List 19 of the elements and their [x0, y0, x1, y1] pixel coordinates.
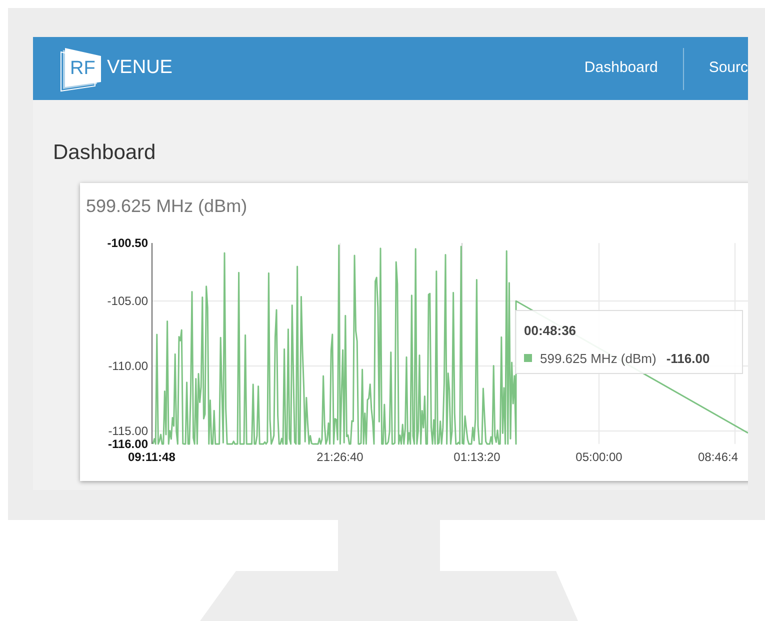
logo-text: VENUE — [107, 56, 172, 80]
page-title: Dashboard — [53, 140, 157, 166]
nav-link[interactable]: Dashboard — [584, 57, 658, 80]
tooltip-series: 599.625 MHz (dBm) — [540, 350, 656, 368]
tooltip-value: -116.00 — [666, 350, 710, 368]
x-axis-label: 08:46:4 — [698, 450, 738, 464]
tooltip-time: 00:48:36 — [524, 322, 578, 340]
chart-title: 599.625 MHz (dBm) — [86, 195, 248, 218]
y-axis-label: -116.00 — [108, 437, 148, 451]
logo-mark-text: RF — [70, 58, 96, 78]
nav-link[interactable]: Sourc — [708, 57, 748, 80]
y-axis-label: -110.00 — [108, 359, 148, 373]
x-axis-label: 05:00:00 — [576, 450, 622, 464]
x-axis-label: 21:26:40 — [316, 450, 364, 464]
y-axis-label: -115.00 — [108, 424, 148, 438]
y-axis-label: -100.50 — [107, 236, 148, 250]
x-axis-label: 01:13:20 — [454, 450, 500, 464]
x-axis-label: 09:11:48 — [128, 450, 176, 464]
y-axis-label: -105.00 — [107, 294, 148, 308]
